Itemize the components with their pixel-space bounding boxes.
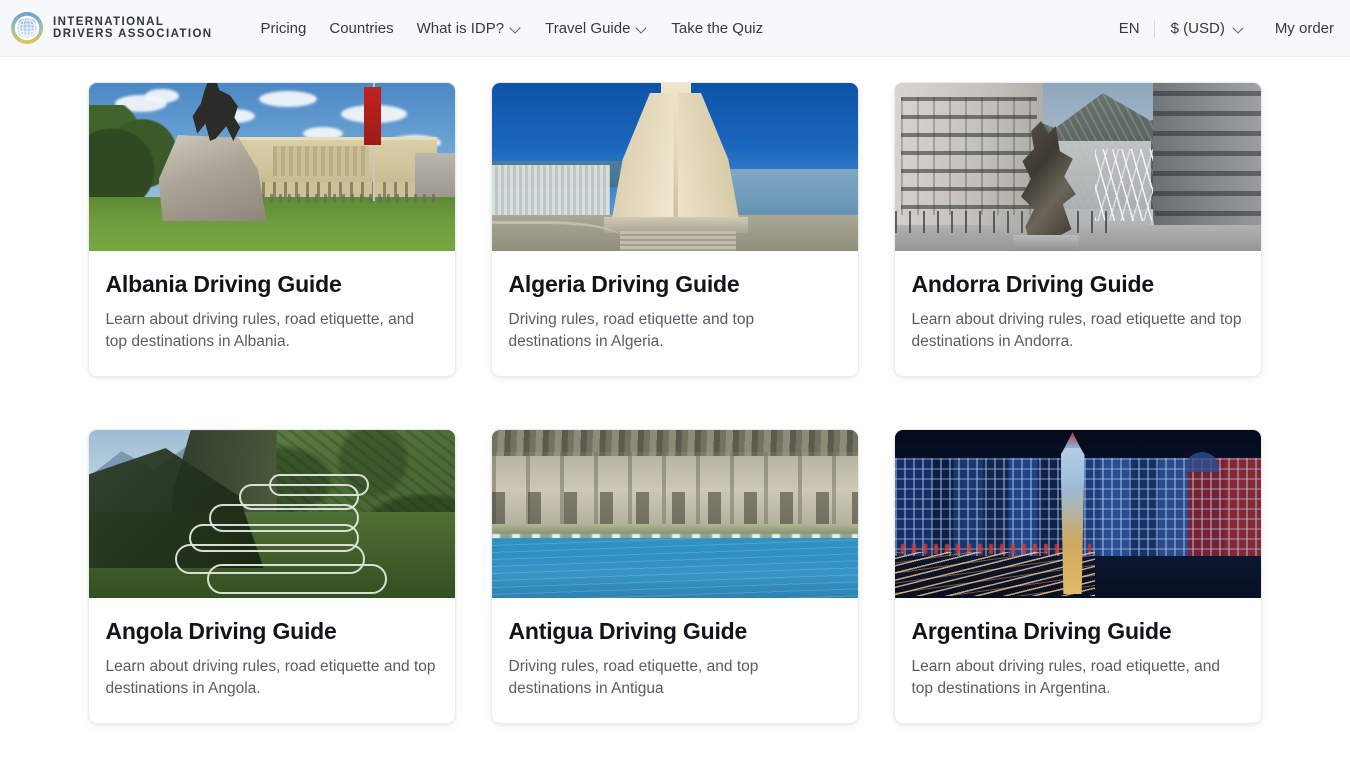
country-card-title: Argentina Driving Guide — [912, 618, 1244, 645]
currency-selector[interactable]: $ (USD) — [1155, 20, 1261, 37]
country-card-body-antigua: Antigua Driving Guide Driving rules, roa… — [492, 598, 858, 723]
chevron-down-icon — [1234, 23, 1245, 34]
page-content: Albania Driving Guide Learn about drivin… — [0, 57, 1350, 766]
nav-item-take-the-quiz[interactable]: Take the Quiz — [671, 20, 763, 37]
country-card-body-angola: Angola Driving Guide Learn about driving… — [89, 598, 455, 723]
nav-label-what-is-idp: What is IDP? — [417, 20, 505, 37]
nav-item-countries[interactable]: Countries — [329, 20, 393, 37]
country-card-description: Driving rules, road etiquette and top de… — [509, 309, 841, 352]
country-card-description: Driving rules, road etiquette, and top d… — [509, 656, 841, 699]
chevron-down-icon — [637, 23, 648, 34]
country-card-description: Learn about driving rules, road etiquett… — [912, 309, 1244, 352]
country-card-image-angola — [89, 430, 455, 598]
country-card-algeria[interactable]: Algeria Driving Guide Driving rules, roa… — [491, 82, 859, 377]
country-card-andorra[interactable]: Andorra Driving Guide Learn about drivin… — [894, 82, 1262, 377]
country-card-title: Angola Driving Guide — [106, 618, 438, 645]
country-card-antigua[interactable]: Antigua Driving Guide Driving rules, roa… — [491, 429, 859, 724]
main-navigation: Pricing Countries What is IDP? Travel Gu… — [261, 20, 764, 37]
country-card-image-argentina — [895, 430, 1261, 598]
nav-item-travel-guide[interactable]: Travel Guide — [545, 20, 648, 37]
nav-label-countries: Countries — [329, 20, 393, 37]
country-card-image-andorra — [895, 83, 1261, 251]
country-guide-grid: Albania Driving Guide Learn about drivin… — [88, 82, 1263, 724]
country-card-image-albania — [89, 83, 455, 251]
language-selector[interactable]: EN — [1119, 20, 1154, 37]
my-order-link[interactable]: My order — [1261, 20, 1334, 37]
nav-item-pricing[interactable]: Pricing — [261, 20, 307, 37]
brand-logo[interactable]: INTERNATIONAL DRIVERS ASSOCIATION — [8, 11, 213, 45]
currency-label: $ (USD) — [1171, 20, 1225, 37]
country-card-title: Algeria Driving Guide — [509, 271, 841, 298]
brand-line-1: INTERNATIONAL — [53, 16, 213, 28]
country-card-description: Learn about driving rules, road etiquett… — [912, 656, 1244, 699]
country-card-argentina[interactable]: Argentina Driving Guide Learn about driv… — [894, 429, 1262, 724]
nav-label-take-the-quiz: Take the Quiz — [671, 20, 763, 37]
country-card-body-albania: Albania Driving Guide Learn about drivin… — [89, 251, 455, 376]
country-card-albania[interactable]: Albania Driving Guide Learn about drivin… — [88, 82, 456, 377]
chevron-down-icon — [511, 23, 522, 34]
country-card-body-algeria: Algeria Driving Guide Driving rules, roa… — [492, 251, 858, 376]
nav-item-what-is-idp[interactable]: What is IDP? — [417, 20, 523, 37]
brand-text: INTERNATIONAL DRIVERS ASSOCIATION — [53, 16, 213, 41]
country-card-description: Learn about driving rules, road etiquett… — [106, 656, 438, 699]
nav-label-travel-guide: Travel Guide — [545, 20, 630, 37]
country-card-image-algeria — [492, 83, 858, 251]
country-card-title: Andorra Driving Guide — [912, 271, 1244, 298]
header-utility-area: EN $ (USD) My order — [1119, 19, 1334, 38]
country-card-title: Albania Driving Guide — [106, 271, 438, 298]
country-card-title: Antigua Driving Guide — [509, 618, 841, 645]
country-card-angola[interactable]: Angola Driving Guide Learn about driving… — [88, 429, 456, 724]
country-card-image-antigua — [492, 430, 858, 598]
globe-logo-icon — [10, 11, 44, 45]
site-header: INTERNATIONAL DRIVERS ASSOCIATION Pricin… — [0, 0, 1350, 57]
country-card-body-andorra: Andorra Driving Guide Learn about drivin… — [895, 251, 1261, 376]
nav-label-pricing: Pricing — [261, 20, 307, 37]
country-card-description: Learn about driving rules, road etiquett… — [106, 309, 438, 352]
brand-line-2: DRIVERS ASSOCIATION — [53, 28, 213, 40]
country-card-body-argentina: Argentina Driving Guide Learn about driv… — [895, 598, 1261, 723]
